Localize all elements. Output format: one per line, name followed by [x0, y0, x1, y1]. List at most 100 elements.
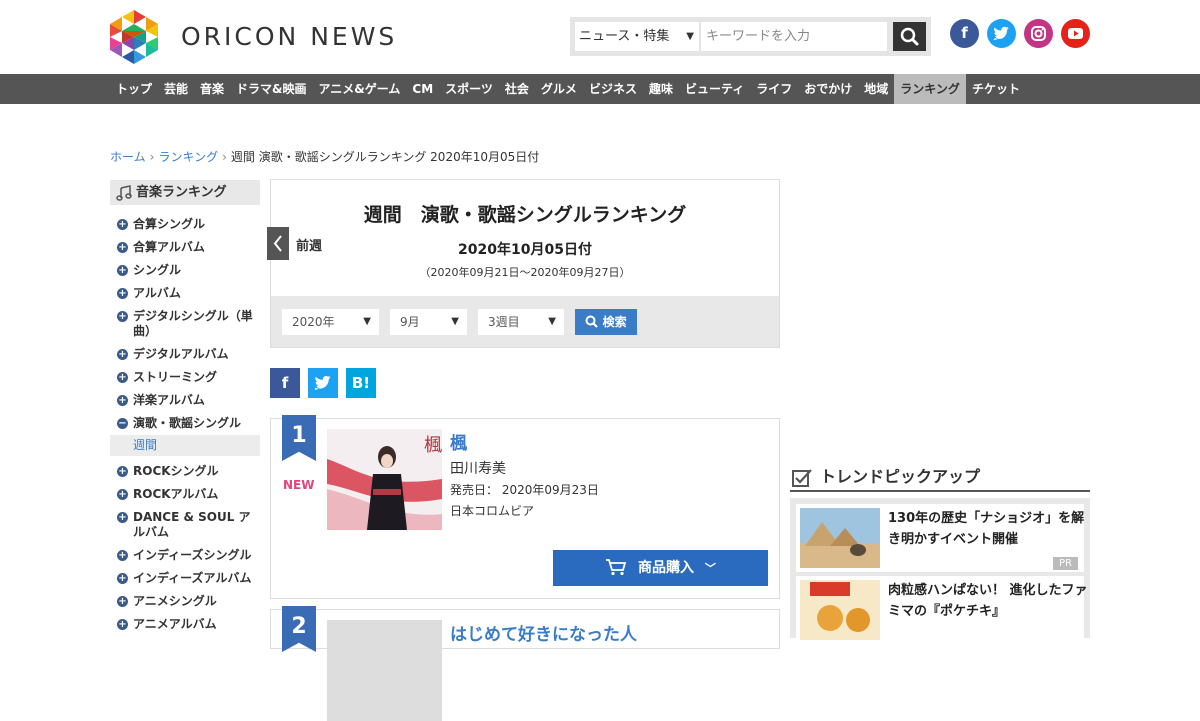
share-hatena-button[interactable]: B!: [346, 368, 376, 398]
sidebar-item[interactable]: + ROCKアルバム: [110, 487, 260, 502]
week-select-value: 3週目: [488, 315, 520, 329]
search-bar: ニュース・特集 ▼: [570, 17, 931, 56]
artist-name[interactable]: 田川寿美: [450, 458, 506, 478]
nav-item[interactable]: ドラマ&映画: [230, 74, 312, 104]
sidebar-item[interactable]: + デジタルアルバム: [110, 347, 260, 362]
sidebar-item-label: インディーズアルバム: [133, 571, 252, 585]
sidebar-item[interactable]: + シングル: [110, 263, 260, 278]
song-title-link[interactable]: 楓: [450, 429, 467, 454]
trend-item-text: 肉粒感ハンぱない！ 進化したファミマの『ポケチキ』: [888, 583, 1088, 619]
instagram-icon[interactable]: [1024, 19, 1053, 48]
sidebar-item-label: 合算アルバム: [133, 240, 205, 254]
twitter-icon[interactable]: [987, 19, 1016, 48]
sidebar-item-label: DANCE & SOUL アルバム: [133, 510, 251, 539]
nav-item[interactable]: スポーツ: [439, 74, 499, 104]
month-select-value: 9月: [400, 315, 420, 329]
release-date: 発売日： 2020年09月23日: [450, 483, 599, 497]
nav-item[interactable]: 社会: [499, 74, 535, 104]
sidebar-item[interactable]: + 洋楽アルバム: [110, 393, 260, 408]
sidebar-item[interactable]: + 合算アルバム: [110, 240, 260, 255]
week-select[interactable]: 3週目 ▼: [478, 309, 564, 335]
sidebar-item-label: 洋楽アルバム: [133, 393, 205, 407]
share-twitter-button[interactable]: [308, 368, 338, 398]
search-category-select[interactable]: ニュース・特集 ▼: [575, 22, 699, 51]
sidebar-item-label: ROCKアルバム: [133, 487, 219, 501]
buy-button[interactable]: 商品購入 ﹀: [553, 550, 768, 586]
trend-item[interactable]: 肉粒感ハンぱない！ 進化したファミマの『ポケチキ』: [796, 576, 1088, 644]
nav-item[interactable]: 趣味: [643, 74, 679, 104]
sidebar-item[interactable]: − 演歌・歌謡シングル: [110, 416, 260, 431]
month-select[interactable]: 9月 ▼: [390, 309, 467, 335]
sidebar-item[interactable]: + アルバム: [110, 286, 260, 301]
logo-text[interactable]: ORICON NEWS: [181, 22, 397, 51]
plus-circle-icon: +: [117, 489, 128, 500]
jacket-artwork: 楓: [327, 429, 442, 530]
trend-item[interactable]: 130年の歴史「ナショジオ」を解き明かすイベント開催 PR: [796, 504, 1084, 572]
music-note-icon: [116, 185, 132, 201]
nav-item[interactable]: ビューティ: [679, 74, 750, 104]
nav-item[interactable]: チケット: [966, 74, 1026, 104]
nav-item[interactable]: トップ: [110, 74, 158, 104]
breadcrumb-current: 週間 演歌・歌謡シングルランキング 2020年10月05日付: [230, 150, 540, 164]
new-badge: NEW: [283, 478, 315, 492]
year-select[interactable]: 2020年 ▼: [282, 309, 379, 335]
record-label: 日本コロムビア: [450, 504, 535, 518]
nav-item[interactable]: ランキング: [894, 74, 966, 104]
plus-circle-icon: +: [117, 311, 128, 322]
search-icon: [900, 27, 919, 46]
search-button[interactable]: [893, 22, 926, 51]
nav-item[interactable]: CM: [406, 74, 439, 104]
ranking-search-button[interactable]: 検索: [575, 309, 637, 335]
sidebar-item-label: アニメアルバム: [133, 617, 217, 631]
instagram-camera-icon: [1031, 26, 1046, 41]
breadcrumb-home[interactable]: ホーム: [110, 150, 146, 164]
sidebar-item[interactable]: + 合算シングル: [110, 217, 260, 232]
nav-item[interactable]: 地域: [858, 74, 894, 104]
ranking-title: 週間 演歌・歌謡シングルランキング: [363, 204, 687, 226]
sidebar-item[interactable]: + ストリーミング: [110, 370, 260, 385]
sidebar-item[interactable]: + インディーズアルバム: [110, 571, 260, 586]
facebook-icon[interactable]: f: [950, 19, 979, 48]
search-category-label: ニュース・特集: [579, 29, 670, 44]
nav-item[interactable]: 芸能: [158, 74, 194, 104]
nav-item[interactable]: ビジネス: [583, 74, 643, 104]
sidebar-item[interactable]: + DANCE & SOUL アルバム: [110, 510, 260, 540]
nav-list: トップ 芸能 音楽 ドラマ&映画 アニメ&ゲーム CM スポーツ 社会 グルメ ビジネス 趣味 ビュー…: [110, 74, 1026, 104]
trend-item-text: 130年の歴史「ナショジオ」を解き明かすイベント開催: [888, 511, 1085, 547]
sidebar-item[interactable]: 週間: [110, 435, 260, 456]
nav-item[interactable]: グルメ: [535, 74, 583, 104]
breadcrumb-ranking[interactable]: ランキング: [158, 150, 218, 164]
sidebar-item-label: デジタルアルバム: [133, 347, 229, 361]
oricon-logo-icon[interactable]: [109, 10, 159, 64]
sidebar-item-label: 合算シングル: [133, 217, 206, 231]
plus-circle-icon: +: [117, 219, 128, 230]
nav-item[interactable]: 音楽: [194, 74, 230, 104]
sidebar-item[interactable]: + インディーズシングル: [110, 548, 260, 563]
search-input[interactable]: [701, 22, 887, 51]
album-jacket-image[interactable]: [327, 620, 442, 721]
song-title-link[interactable]: はじめて好きになった人: [450, 620, 637, 645]
album-jacket-image[interactable]: 楓: [327, 429, 442, 530]
rank-badge: 1: [282, 415, 316, 461]
caret-down-icon: ▼: [451, 316, 459, 327]
youtube-icon[interactable]: [1061, 19, 1090, 48]
sidebar-item[interactable]: + デジタルシングル（単曲）: [110, 309, 260, 339]
svg-text:楓: 楓: [424, 435, 442, 456]
nav-item[interactable]: アニメ&ゲーム: [313, 74, 407, 104]
breadcrumb: ホーム › ランキング › 週間 演歌・歌謡シングルランキング 2020年10月05日付: [110, 148, 539, 165]
chevron-right-icon: ›: [149, 150, 155, 164]
nav-item[interactable]: ライフ: [750, 74, 798, 104]
nav-item[interactable]: おでかけ: [798, 74, 858, 104]
plus-circle-icon: +: [117, 372, 128, 383]
share-facebook-button[interactable]: f: [270, 368, 300, 398]
ranking-entry: 2 はじめて好きになった人: [270, 606, 780, 721]
sidebar-title: 音楽ランキング: [110, 180, 260, 205]
sidebar-item-label: 演歌・歌謡シングル: [133, 416, 242, 430]
sidebar-item-label: アニメシングル: [133, 594, 217, 608]
sidebar-item[interactable]: + アニメシングル: [110, 594, 260, 609]
sidebar-item-label: デジタルシングル（単曲）: [133, 309, 253, 338]
sidebar-item[interactable]: + ROCKシングル: [110, 464, 260, 479]
plus-circle-icon: +: [117, 349, 128, 360]
ranking-title-area: 週間 演歌・歌謡シングルランキング 前週 2020年10月05日付 （2020年…: [267, 180, 779, 296]
twitter-bird-icon: [993, 26, 1009, 40]
